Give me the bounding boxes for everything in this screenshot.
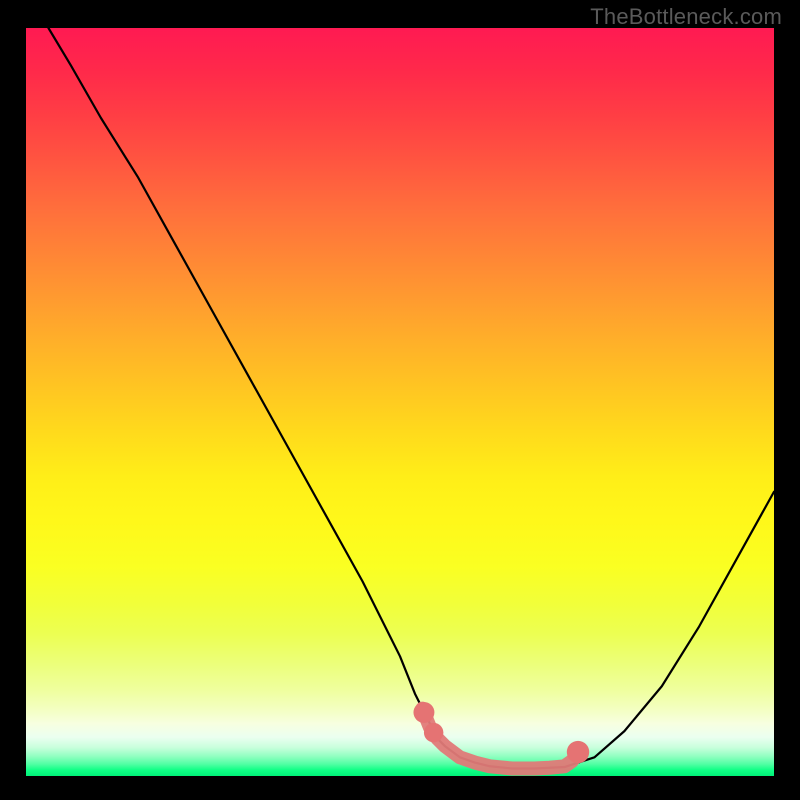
watermark-text: TheBottleneck.com (590, 4, 782, 30)
highlight-marker (413, 702, 434, 723)
highlight-markers (413, 702, 589, 763)
chart-container: TheBottleneck.com (0, 0, 800, 800)
bottleneck-curve (48, 28, 774, 769)
highlight-marker (567, 741, 589, 763)
highlight-marker (424, 723, 443, 742)
curve-svg (26, 28, 774, 776)
highlight-segment (422, 709, 579, 769)
plot-area (26, 28, 774, 776)
